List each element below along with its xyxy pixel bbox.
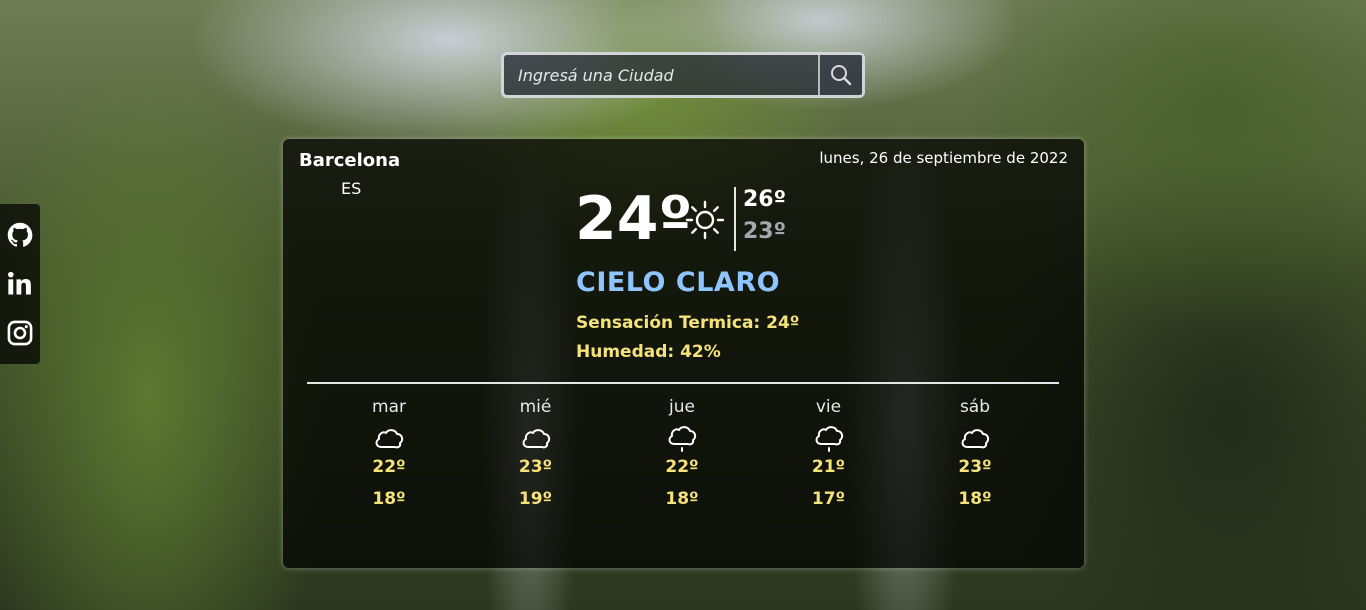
linkedin-link[interactable]	[5, 269, 35, 299]
current-temperature: 24º	[575, 184, 693, 254]
forecast-max: 23º	[958, 457, 992, 477]
weather-card: Barcelona ES lunes, 26 de septiembre de …	[283, 139, 1084, 568]
forecast-day: mié 23º 19º	[463, 397, 609, 509]
forecast-day-name: sáb	[959, 397, 991, 417]
forecast-max: 22º	[372, 457, 406, 477]
cloud-icon	[520, 421, 552, 457]
forecast-day: jue 22º 18º	[609, 397, 755, 509]
search-icon	[831, 65, 852, 86]
sun-icon	[684, 199, 726, 245]
forecast-day: vie 21º 17º	[756, 397, 902, 509]
cloud-icon	[959, 421, 991, 457]
current-date: lunes, 26 de septiembre de 2022	[819, 149, 1068, 167]
search-button[interactable]	[818, 55, 862, 95]
forecast-max: 22º	[665, 457, 699, 477]
max-temperature: 26º	[743, 187, 787, 212]
forecast-day-name: jue	[669, 397, 695, 417]
forecast-max: 21º	[811, 457, 846, 477]
github-icon	[7, 222, 33, 247]
forecast-min: 18º	[665, 489, 699, 509]
forecast-day-name: mar	[372, 397, 406, 417]
humidity: Humedad: 42%	[576, 342, 721, 362]
forecast-day: mar 22º 18º	[316, 397, 462, 509]
instagram-icon	[7, 320, 33, 346]
country-code: ES	[341, 179, 362, 198]
forecast-max: 23º	[518, 457, 553, 477]
city-search-input[interactable]	[504, 55, 818, 95]
weather-description: CIELO CLARO	[576, 267, 781, 298]
forecast-min: 17º	[811, 489, 846, 509]
forecast-divider	[307, 382, 1059, 384]
forecast-day-name: vie	[815, 397, 842, 417]
forecast-min: 18º	[958, 489, 992, 509]
feels-like: Sensación Termica: 24º	[576, 313, 800, 333]
city-name: Barcelona	[299, 150, 401, 171]
min-temperature: 23º	[743, 219, 787, 244]
cloud-drizzle-icon	[666, 421, 698, 457]
forecast-day-name: mié	[519, 397, 552, 417]
instagram-link[interactable]	[5, 318, 35, 348]
forecast-min: 19º	[518, 489, 553, 509]
forecast-min: 18º	[372, 489, 406, 509]
forecast-list: mar 22º 18º mié 23º 19º jue 22º 18º vie	[316, 397, 1048, 509]
forecast-day: sáb 23º 18º	[902, 397, 1048, 509]
cloud-drizzle-icon	[813, 421, 845, 457]
linkedin-icon	[7, 271, 31, 295]
temp-divider	[734, 187, 736, 251]
cloud-icon	[373, 421, 405, 457]
social-links-bar	[0, 204, 40, 364]
github-link[interactable]	[5, 220, 35, 250]
search-bar	[501, 52, 865, 98]
